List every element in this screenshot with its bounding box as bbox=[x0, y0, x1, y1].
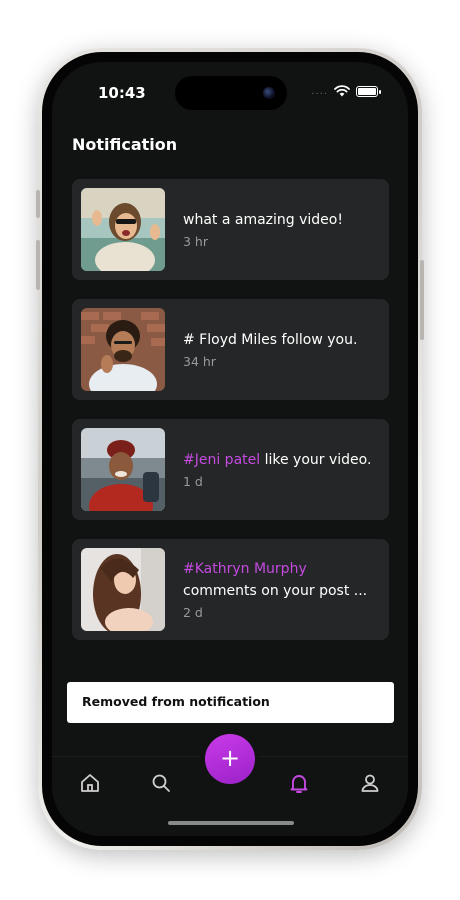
notification-message: comments on your post ... bbox=[183, 583, 368, 599]
notification-card[interactable]: #Jeni patel like your video. 1 d bbox=[72, 419, 389, 520]
notification-hashtag-line: #Kathryn Murphy bbox=[183, 561, 307, 577]
snackbar: Removed from notification bbox=[67, 682, 394, 723]
camera-icon bbox=[263, 87, 275, 99]
nav-home[interactable] bbox=[78, 771, 102, 795]
side-button bbox=[36, 240, 40, 290]
nav-notifications[interactable] bbox=[287, 771, 311, 795]
notification-message: like your video. bbox=[260, 452, 372, 468]
plus-icon: + bbox=[219, 744, 241, 772]
wifi-icon bbox=[334, 85, 350, 97]
avatar-thumbnail bbox=[81, 428, 165, 511]
screen: 10:43 .... Notification what a amazing v… bbox=[52, 62, 408, 836]
notification-time: 34 hr bbox=[183, 354, 216, 369]
side-button bbox=[36, 190, 40, 218]
notification-card[interactable]: # Floyd Miles follow you. 34 hr bbox=[72, 299, 389, 400]
status-time: 10:43 bbox=[98, 84, 146, 102]
notification-text: # Floyd Miles follow you. bbox=[183, 332, 381, 348]
profile-icon bbox=[361, 774, 379, 792]
notification-card[interactable]: what a amazing video! 3 hr bbox=[72, 179, 389, 280]
nav-search[interactable] bbox=[149, 771, 173, 795]
nav-profile[interactable] bbox=[358, 771, 382, 795]
notification-hashtag: #Kathryn Murphy bbox=[183, 561, 307, 577]
avatar-thumbnail bbox=[81, 308, 165, 391]
snackbar-message: Removed from notification bbox=[82, 694, 270, 709]
notification-hashtag: #Jeni patel bbox=[183, 452, 261, 468]
signal-dots-icon: .... bbox=[311, 85, 328, 97]
notification-text: what a amazing video! bbox=[183, 212, 381, 228]
notification-message: what a amazing video! bbox=[183, 212, 343, 228]
avatar-thumbnail bbox=[81, 548, 165, 631]
notification-text: #Jeni patel like your video. bbox=[183, 452, 381, 468]
dynamic-island bbox=[175, 76, 287, 110]
avatar-thumbnail bbox=[81, 188, 165, 271]
side-button bbox=[420, 260, 424, 340]
search-icon bbox=[152, 774, 170, 792]
notification-time: 1 d bbox=[183, 474, 203, 489]
page-title: Notification bbox=[72, 135, 178, 154]
bell-icon bbox=[290, 775, 308, 793]
notification-time: 3 hr bbox=[183, 234, 208, 249]
home-icon bbox=[81, 774, 99, 792]
notification-time: 2 d bbox=[183, 605, 203, 620]
home-indicator[interactable] bbox=[168, 821, 294, 825]
battery-icon bbox=[356, 85, 381, 97]
status-icons: .... bbox=[311, 85, 381, 97]
add-button[interactable]: + bbox=[205, 734, 255, 784]
notification-message: # Floyd Miles follow you. bbox=[183, 332, 358, 348]
notification-card[interactable]: #Kathryn Murphy comments on your post ..… bbox=[72, 539, 389, 640]
